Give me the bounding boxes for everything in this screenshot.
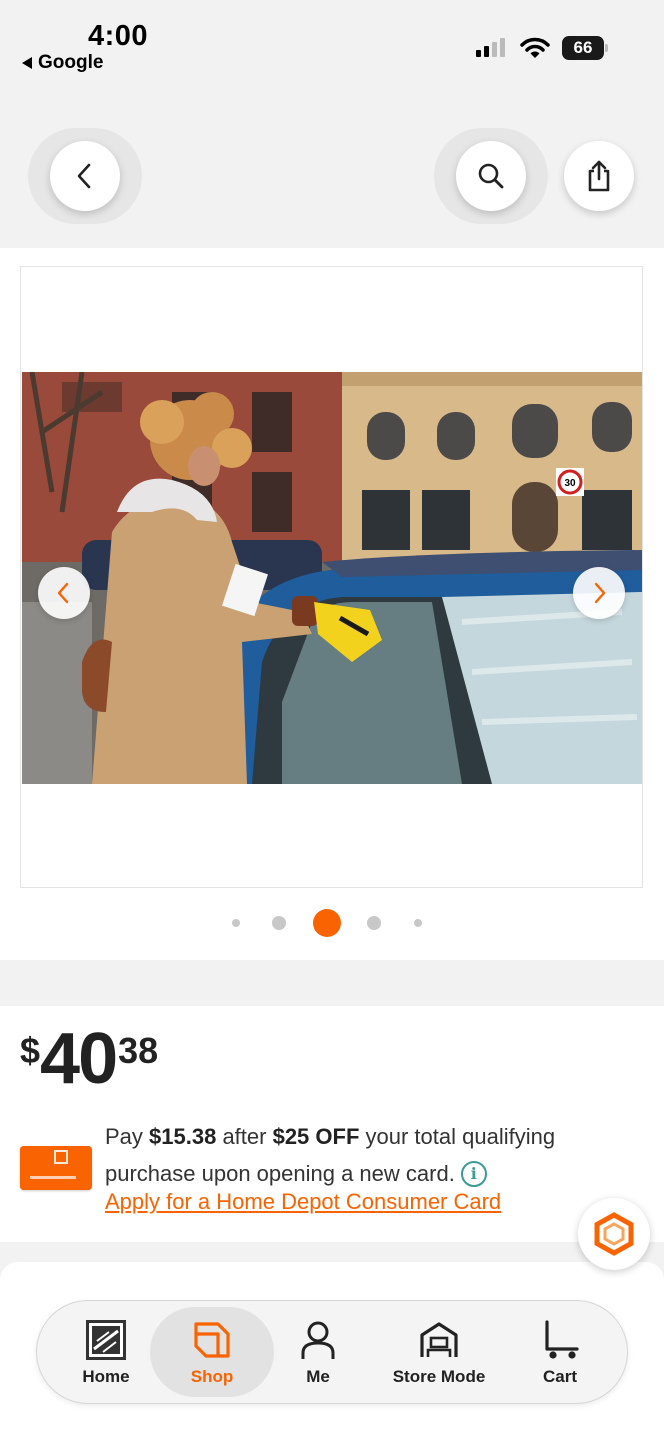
bottom-tab-bar: Home Shop Me Store Mode Cart (36, 1300, 628, 1404)
chat-hexagon-icon (594, 1212, 634, 1256)
price-currency: $ (20, 1030, 41, 1071)
gallery-pagination (0, 908, 664, 938)
pagination-dot-1[interactable] (232, 919, 240, 927)
chevron-left-icon (57, 582, 69, 604)
product-price: $ 40 38 (20, 1022, 158, 1096)
tab-cart[interactable]: Cart (515, 1301, 605, 1405)
tab-home-label: Home (82, 1367, 130, 1386)
search-icon (478, 163, 504, 189)
search-button[interactable] (456, 141, 526, 211)
pagination-dot-5[interactable] (414, 919, 422, 927)
back-button[interactable] (50, 141, 120, 211)
promo-text-2: after (216, 1124, 273, 1149)
chevron-left-icon (77, 163, 91, 189)
tab-me[interactable]: Me (273, 1301, 363, 1405)
tab-cart-label: Cart (542, 1367, 577, 1386)
share-button[interactable] (564, 141, 634, 211)
promo-text-1: Pay (105, 1124, 150, 1149)
share-icon (588, 160, 610, 192)
promo-amount: $15.38 (149, 1124, 217, 1149)
speed-sign-text: 30 (564, 478, 576, 489)
info-icon[interactable]: i (460, 1160, 487, 1187)
back-to-app-link[interactable]: Google (22, 52, 103, 74)
pagination-dot-2[interactable] (272, 916, 286, 930)
chevron-right-icon (594, 582, 606, 604)
gallery-prev-button[interactable] (38, 567, 90, 619)
product-photo[interactable]: 30 (22, 372, 642, 784)
gallery-next-button[interactable] (573, 567, 625, 619)
credit-card-image (20, 1146, 92, 1190)
tab-store-mode-label: Store Mode (392, 1367, 486, 1386)
store-icon (420, 1322, 458, 1357)
person-icon (301, 1321, 335, 1359)
tab-shop-label: Shop (190, 1367, 234, 1386)
promo-discount: $25 OFF (272, 1124, 360, 1149)
cellular-signal-icon (476, 38, 505, 57)
wifi-icon (520, 37, 550, 58)
back-app-label: Google (38, 52, 104, 73)
tab-home[interactable]: Home (61, 1301, 151, 1405)
shop-tag-icon (194, 1322, 230, 1358)
home-depot-logo-icon (86, 1320, 126, 1360)
status-bar: 4:00 Google 66 (0, 0, 664, 90)
status-time: 4:00 (88, 20, 149, 52)
price-dollars: 40 (40, 1019, 118, 1099)
tab-shop[interactable]: Shop (167, 1301, 257, 1405)
pagination-dot-3-active[interactable] (313, 909, 341, 937)
price-cents: 38 (118, 1030, 159, 1071)
chat-button[interactable] (578, 1198, 650, 1270)
product-photo-illustration: 30 (22, 372, 642, 784)
card-promo-text: Pay $15.38 after $25 OFF your total qual… (105, 1118, 625, 1192)
apply-card-link[interactable]: Apply for a Home Depot Consumer Card (105, 1189, 501, 1215)
tab-me-label: Me (306, 1367, 330, 1386)
battery-cap (605, 44, 608, 52)
credit-card-illustration (20, 1146, 92, 1190)
tab-store-mode[interactable]: Store Mode (379, 1301, 499, 1405)
pagination-dot-4[interactable] (367, 916, 381, 930)
back-triangle-icon (22, 57, 32, 69)
cart-icon (545, 1320, 579, 1359)
battery-indicator: 66 (562, 36, 604, 60)
